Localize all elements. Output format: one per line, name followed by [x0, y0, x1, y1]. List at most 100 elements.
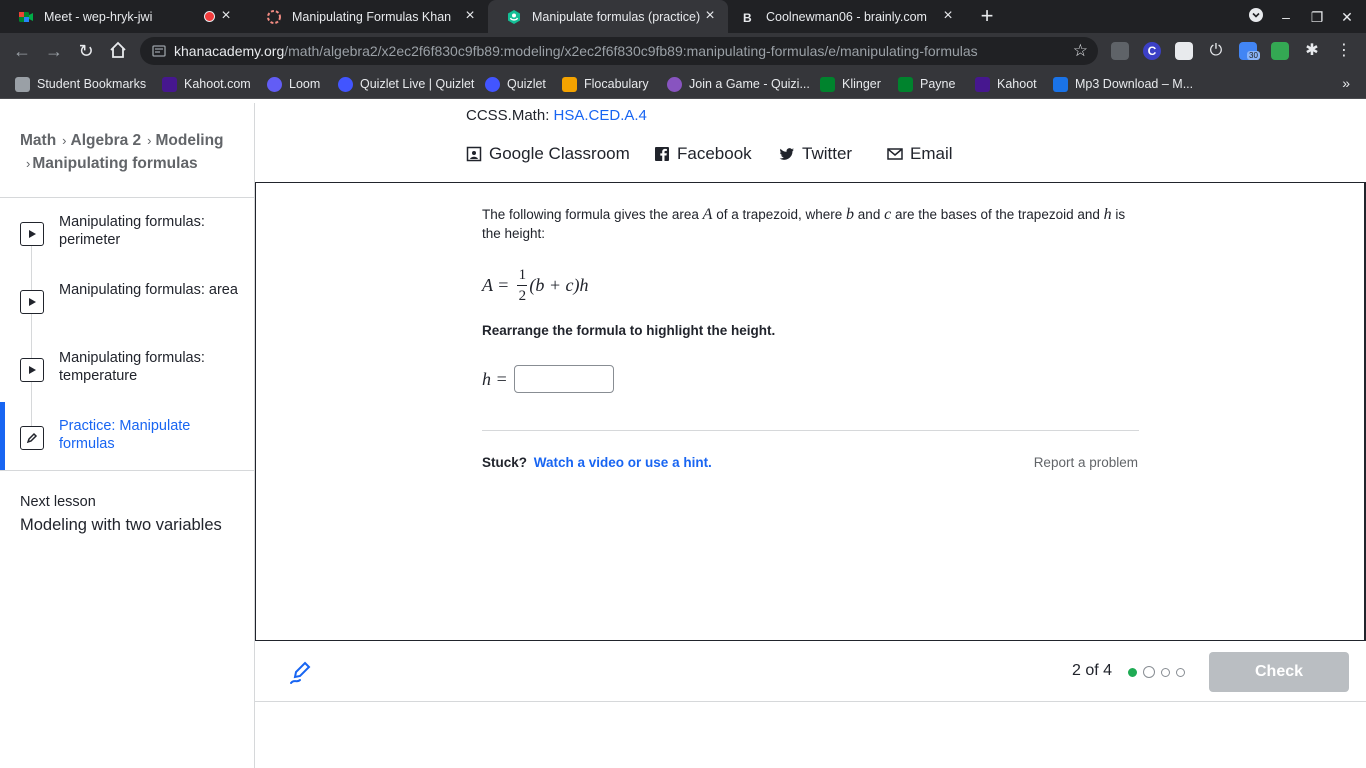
tab-title: Manipulating Formulas Khan: [292, 9, 452, 24]
quizlet-icon: [485, 76, 500, 92]
back-icon[interactable]: ←: [12, 41, 32, 61]
svg-text:B: B: [743, 11, 752, 25]
browser-tab-bar: Meet - wep-hryk-jwi × Manipulating Formu…: [0, 0, 1366, 33]
report-problem-link[interactable]: Report a problem: [1034, 455, 1138, 470]
share-twitter[interactable]: Twitter: [779, 144, 852, 164]
share-facebook[interactable]: Facebook: [654, 144, 752, 164]
tab-title: Coolnewman06 - brainly.com: [766, 9, 927, 24]
progress-dot: [1176, 667, 1185, 677]
problem-statement: The following formula gives the area A o…: [482, 206, 1126, 241]
tab-manipulate-formulas-practice[interactable]: Manipulate formulas (practice) | ×: [488, 0, 728, 33]
minimize-icon[interactable]: –: [1276, 7, 1296, 27]
forward-icon[interactable]: →: [44, 41, 64, 61]
chevron-right-icon: ›: [26, 156, 31, 171]
next-lesson-link[interactable]: Modeling with two variables: [20, 516, 222, 535]
extension-bookmark-icon[interactable]: [1271, 42, 1289, 60]
loading-spinner-icon: [267, 9, 281, 24]
flocabulary-icon: [562, 76, 577, 92]
breadcrumb-math[interactable]: Math: [20, 132, 56, 149]
next-lesson-label: Next lesson: [20, 494, 96, 510]
lesson-item-practice[interactable]: Practice: Manipulate formulas: [0, 417, 254, 477]
stuck-section: Stuck? Watch a video or use a hint.: [482, 455, 712, 470]
close-tab-icon[interactable]: ×: [462, 8, 478, 24]
pencil-icon: [20, 426, 44, 450]
quizlet-icon: [338, 76, 353, 92]
question-prompt: Rearrange the formula to highlight the h…: [482, 323, 776, 338]
tab-search-icon[interactable]: [1246, 7, 1266, 27]
bookmark-star-icon[interactable]: ☆: [1073, 41, 1088, 61]
more-bookmarks-icon[interactable]: »: [1342, 75, 1350, 91]
close-tab-icon[interactable]: ×: [702, 8, 718, 24]
bookmark-klinger[interactable]: Klinger: [820, 75, 881, 93]
google-classroom-icon: [466, 146, 482, 162]
bookmark-quizlet[interactable]: Quizlet: [485, 75, 546, 93]
breadcrumb-manipulating-formulas[interactable]: Manipulating formulas: [32, 155, 197, 172]
tab-manipulating-formulas-khan[interactable]: Manipulating Formulas Khan ×: [248, 0, 488, 33]
bookmark-kahoot[interactable]: Kahoot: [975, 75, 1037, 93]
address-bar[interactable]: khanacademy.org/math/algebra2/x2ec2f6f83…: [140, 37, 1098, 65]
folder-icon: [15, 76, 30, 92]
bookmark-loom[interactable]: Loom: [267, 75, 320, 93]
quizizz-icon: [667, 76, 682, 92]
share-google-classroom[interactable]: Google Classroom: [466, 144, 630, 164]
progress-dot-current: [1143, 666, 1155, 678]
kahoot-icon: [975, 76, 990, 92]
tab-brainly[interactable]: B Coolnewman06 - brainly.com ×: [728, 0, 966, 33]
close-tab-icon[interactable]: ×: [218, 8, 234, 24]
bookmark-kahoot-com[interactable]: Kahoot.com: [162, 75, 251, 93]
extension-c-icon[interactable]: C: [1143, 42, 1161, 60]
share-email[interactable]: Email: [887, 144, 953, 164]
facebook-icon: [655, 147, 669, 161]
close-window-icon[interactable]: ✕: [1337, 7, 1357, 27]
home-icon[interactable]: [108, 41, 128, 61]
standard-info: CCSS.Math: HSA.CED.A.4: [466, 107, 647, 124]
bookmark-mp3-download[interactable]: Mp3 Download – M...: [1053, 75, 1193, 93]
trapezoid-area-formula: A = 1 2 (b + c)h: [482, 266, 589, 304]
extension-grid-icon[interactable]: [1175, 42, 1193, 60]
bookmark-quizizz[interactable]: Join a Game - Quizi...: [667, 75, 810, 93]
kahoot-icon: [162, 76, 177, 92]
meet-icon: [898, 76, 913, 92]
close-tab-icon[interactable]: ×: [940, 8, 956, 24]
fraction-one-half: 1 2: [517, 266, 528, 304]
progress-dots: [1128, 666, 1191, 678]
new-tab-button[interactable]: +: [976, 5, 998, 28]
scratchpad-icon[interactable]: [287, 659, 315, 687]
breadcrumb-modeling[interactable]: Modeling: [156, 132, 224, 149]
chevron-right-icon: ›: [62, 133, 67, 148]
bookmark-quizlet-live[interactable]: Quizlet Live | Quizlet: [338, 75, 474, 93]
check-button[interactable]: Check: [1209, 652, 1349, 692]
play-icon: [20, 290, 44, 314]
site-info-icon[interactable]: [152, 44, 166, 58]
tab-title: Meet - wep-hryk-jwi: [44, 9, 153, 24]
bookmark-flocabulary[interactable]: Flocabulary: [562, 75, 649, 93]
divider: [0, 197, 254, 198]
reload-icon[interactable]: ↻: [76, 41, 96, 61]
exercise-footer: 2 of 4 Check: [255, 641, 1366, 702]
hint-link[interactable]: Watch a video or use a hint.: [534, 455, 712, 470]
divider: [0, 470, 254, 471]
puzzle-extensions-icon[interactable]: ✱: [1303, 42, 1321, 60]
answer-input[interactable]: [513, 365, 614, 393]
bookmark-payne[interactable]: Payne: [898, 75, 955, 93]
lesson-item-perimeter[interactable]: Manipulating formulas: perimeter: [0, 213, 254, 273]
mp3-icon: [1053, 76, 1068, 92]
tab-title: Manipulate formulas (practice) |: [532, 9, 700, 24]
answer-label: h =: [482, 368, 508, 389]
extension-calendar-icon[interactable]: 30: [1239, 42, 1260, 60]
lesson-item-temperature[interactable]: Manipulating formulas: temperature: [0, 349, 254, 409]
menu-kebab-icon[interactable]: ⋮: [1335, 42, 1353, 60]
bookmarks-bar: Student Bookmarks Kahoot.com Loom Quizle…: [0, 69, 1366, 99]
lesson-item-area[interactable]: Manipulating formulas: area: [0, 281, 254, 341]
power-extension-icon[interactable]: ⏻: [1207, 42, 1225, 60]
exercise-panel: The following formula gives the area A o…: [255, 182, 1366, 641]
bookmark-student-bookmarks[interactable]: Student Bookmarks: [15, 75, 146, 93]
progress-dot-done: [1128, 667, 1137, 677]
extension-icon[interactable]: [1111, 42, 1129, 60]
standard-link[interactable]: HSA.CED.A.4: [554, 107, 647, 124]
progress-count: 2 of 4: [1072, 662, 1113, 679]
chevron-right-icon: ›: [147, 133, 152, 148]
breadcrumb-algebra-2[interactable]: Algebra 2: [71, 132, 142, 149]
browser-toolbar: ← → ↻ khanacademy.org/math/algebra2/x2ec…: [0, 33, 1366, 69]
restore-icon[interactable]: ❐: [1307, 7, 1327, 27]
